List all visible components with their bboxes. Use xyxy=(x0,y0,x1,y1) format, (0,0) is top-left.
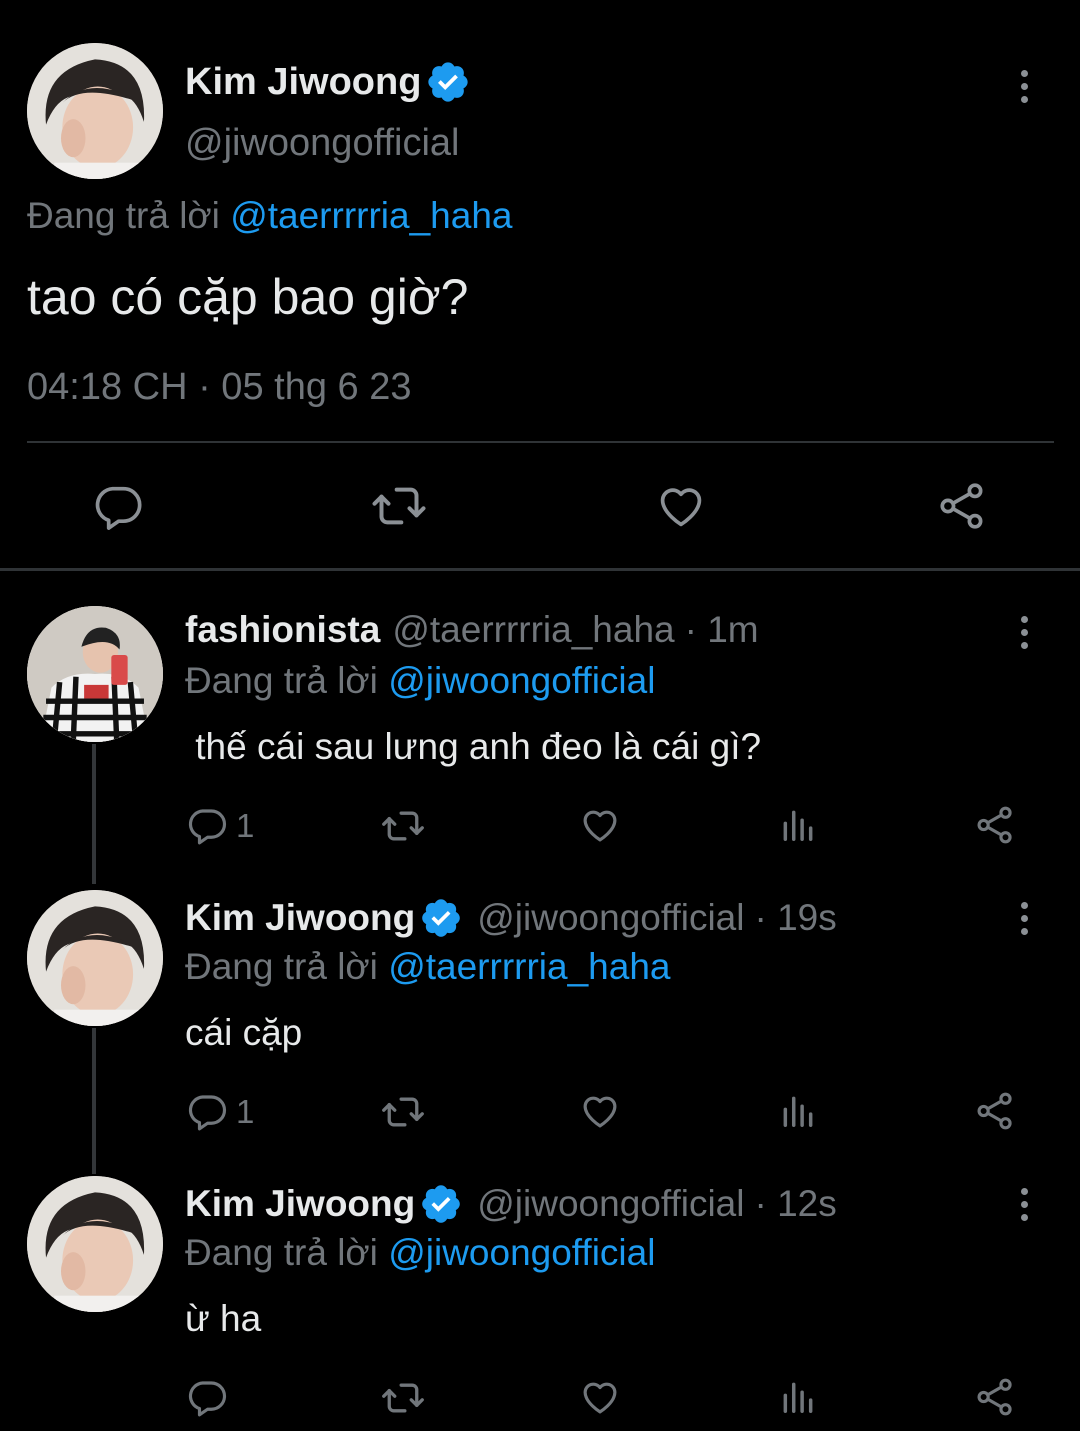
tweet-timestamp[interactable]: 04:18 CH · 05 thg 6 23 xyxy=(27,366,411,409)
replying-to-handle[interactable]: @jiwoongofficial xyxy=(388,660,655,701)
reply-time: · 1m xyxy=(684,609,759,650)
replying-to-label: Đang trả lời xyxy=(185,946,378,987)
handle[interactable]: @jiwoongofficial xyxy=(477,897,744,939)
divider xyxy=(27,441,1054,443)
reply-time: · 12s xyxy=(754,1183,837,1224)
analytics-icon[interactable] xyxy=(778,806,818,844)
display-name[interactable]: Kim Jiwoong xyxy=(185,61,421,104)
display-name[interactable]: Kim Jiwoong xyxy=(185,1183,415,1225)
reply-header: Kim Jiwoong @jiwoongofficial · 12s xyxy=(185,1180,837,1228)
display-name-row: Kim Jiwoong xyxy=(185,58,471,106)
verified-badge-icon xyxy=(422,899,461,937)
avatar[interactable] xyxy=(27,1176,163,1312)
reply-header: fashionista @taerrrrria_haha · 1m xyxy=(185,606,759,654)
more-options-icon[interactable] xyxy=(1017,1188,1031,1221)
retweet-icon[interactable] xyxy=(380,804,426,848)
avatar[interactable] xyxy=(27,43,163,179)
retweet-icon[interactable] xyxy=(380,1090,426,1134)
reply-time: · 19s xyxy=(754,897,837,938)
reply-icon[interactable] xyxy=(186,804,228,846)
replying-to: Đang trả lời @jiwoongofficial xyxy=(185,660,655,702)
replying-to-label: Đang trả lời xyxy=(185,1232,378,1273)
avatar-photo-icon xyxy=(27,606,163,742)
reply-icon[interactable] xyxy=(186,1090,228,1132)
like-icon[interactable] xyxy=(578,1376,622,1418)
thread-line xyxy=(92,744,96,884)
handle[interactable]: @taerrrrria_haha xyxy=(392,609,674,651)
reply-count: 1 xyxy=(236,1093,255,1130)
avatar[interactable] xyxy=(27,606,163,742)
like-icon[interactable] xyxy=(578,1090,622,1132)
tweet-text: cái cặp xyxy=(185,1012,303,1053)
share-icon[interactable] xyxy=(974,1090,1016,1132)
avatar-photo-icon xyxy=(27,43,163,179)
replying-to-label: Đang trả lời xyxy=(185,660,378,701)
share-icon[interactable] xyxy=(974,1376,1016,1418)
analytics-icon[interactable] xyxy=(778,1092,818,1130)
tweet-text: ừ ha xyxy=(185,1298,262,1339)
tweet-text: tao có cặp bao giờ? xyxy=(27,269,469,325)
handle[interactable]: @jiwoongofficial xyxy=(477,1183,744,1225)
avatar-photo-icon xyxy=(27,890,163,1026)
replying-to-handle[interactable]: @taerrrrria_haha xyxy=(230,195,512,236)
replying-to: Đang trả lời @jiwoongofficial xyxy=(185,1232,655,1274)
replying-to-handle[interactable]: @jiwoongofficial xyxy=(388,1232,655,1273)
like-icon[interactable] xyxy=(578,804,622,846)
replying-to: Đang trả lời @taerrrrria_haha xyxy=(185,946,670,988)
tweet-text: thế cái sau lưng anh đeo là cái gì? xyxy=(185,726,762,767)
reply-icon[interactable] xyxy=(92,480,144,532)
share-icon[interactable] xyxy=(974,804,1016,846)
retweet-icon[interactable] xyxy=(380,1376,426,1420)
avatar-photo-icon xyxy=(27,1176,163,1312)
share-icon[interactable] xyxy=(936,480,988,532)
verified-badge-icon xyxy=(422,1185,461,1223)
more-options-icon[interactable] xyxy=(1017,902,1031,935)
analytics-icon[interactable] xyxy=(778,1378,818,1416)
handle[interactable]: @jiwoongofficial xyxy=(185,122,459,165)
more-options-icon[interactable] xyxy=(1017,616,1031,649)
more-options-icon[interactable] xyxy=(1017,70,1031,103)
display-name[interactable]: fashionista xyxy=(185,609,380,651)
reply-icon[interactable] xyxy=(186,1376,228,1418)
thread-line xyxy=(92,1028,96,1174)
replying-to-label: Đang trả lời xyxy=(27,195,220,236)
display-name[interactable]: Kim Jiwoong xyxy=(185,897,415,939)
avatar[interactable] xyxy=(27,890,163,1026)
replying-to: Đang trả lời @taerrrrria_haha xyxy=(27,195,512,237)
reply-header: Kim Jiwoong @jiwoongofficial · 19s xyxy=(185,894,837,942)
verified-badge-icon xyxy=(428,62,469,102)
like-icon[interactable] xyxy=(654,480,708,532)
retweet-icon[interactable] xyxy=(370,478,428,534)
section-divider xyxy=(0,568,1080,571)
replying-to-handle[interactable]: @taerrrrria_haha xyxy=(388,946,670,987)
reply-count: 1 xyxy=(236,807,255,844)
